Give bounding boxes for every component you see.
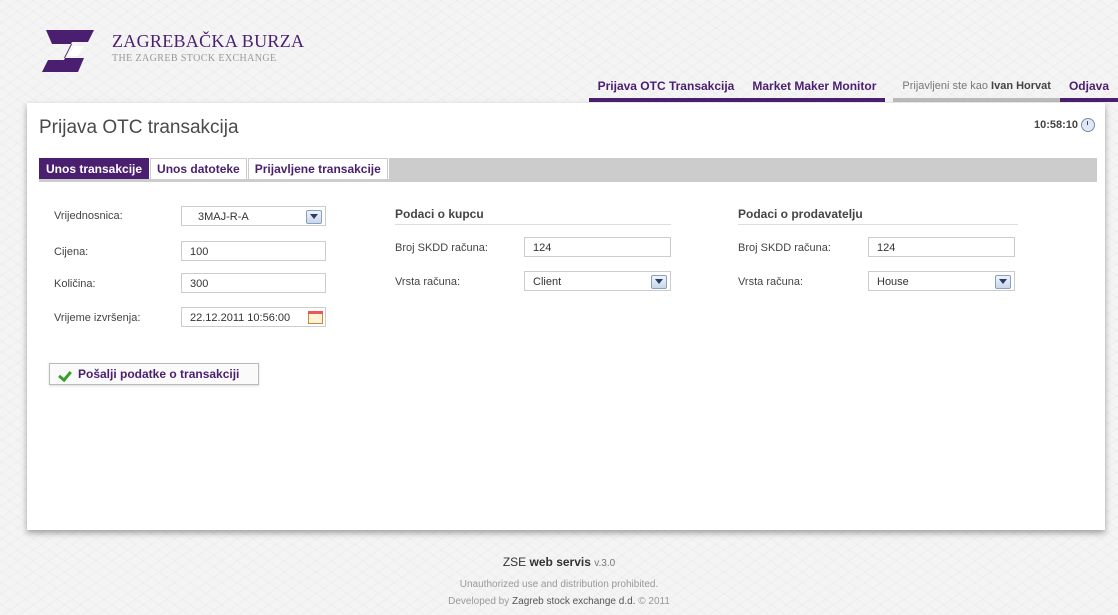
clock-time: 10:58:10 xyxy=(1033,119,1078,131)
buyer-type-label: Vrsta računa: xyxy=(395,276,461,288)
seller-type-label: Vrsta računa: xyxy=(738,276,804,288)
price-input[interactable]: 100 xyxy=(181,241,326,261)
price-label: Cijena: xyxy=(54,246,89,258)
footer-copyright: © 2011 xyxy=(638,596,670,607)
seller-type-select[interactable]: House xyxy=(868,271,1015,291)
logged-in-user: Prijavljeni ste kao Ivan Horvat xyxy=(893,74,1060,102)
brand-subtitle: THE ZAGREB STOCK EXCHANGE xyxy=(112,52,277,64)
tab-bar-fill xyxy=(388,158,1097,179)
user-prefix: Prijavljeni ste kao xyxy=(902,80,988,92)
time-value: 22.12.2011 10:56:00 xyxy=(190,312,291,324)
seller-divider xyxy=(738,224,1018,225)
tab-bar: Unos transakcije Unos datoteke Prijavlje… xyxy=(39,158,1097,182)
footer-developer: Developed by Zagreb stock exchange d.d. … xyxy=(0,596,1118,607)
footer-developer-company[interactable]: Zagreb stock exchange d.d. xyxy=(512,596,635,607)
footer-version: v.3.0 xyxy=(594,558,616,569)
nav-market-maker-monitor[interactable]: Market Maker Monitor xyxy=(743,74,886,102)
tab-prijavljene-transakcije[interactable]: Prijavljene transakcije xyxy=(247,158,388,179)
footer-developer-prefix: Developed by xyxy=(448,596,510,607)
footer-product-name: web servis xyxy=(529,555,591,569)
tab-unos-transakcije[interactable]: Unos transakcije xyxy=(39,158,150,179)
page-title: Prijava OTC transakcija xyxy=(39,117,239,138)
buyer-account-label: Broj SKDD računa: xyxy=(395,242,488,254)
server-clock: 10:58:10 xyxy=(1034,118,1095,132)
user-name: Ivan Horvat xyxy=(991,80,1051,92)
footer-product: ZSE web servis v.3.0 xyxy=(0,555,1118,569)
footer-legal: Unauthorized use and distribution prohib… xyxy=(459,579,659,590)
top-navigation: Prijava OTC Transakcija Market Maker Mon… xyxy=(588,74,1118,102)
buyer-type-select[interactable]: Client xyxy=(524,271,671,291)
seller-type-value: House xyxy=(877,276,909,288)
brand-logo: ZAGREBAČKA BURZA THE ZAGREB STOCK EXCHAN… xyxy=(38,24,304,78)
nav-otc-transactions[interactable]: Prijava OTC Transakcija xyxy=(588,74,744,102)
footer-product-prefix: ZSE xyxy=(502,555,527,569)
seller-account-input[interactable]: 124 xyxy=(868,237,1015,257)
seller-section-title: Podaci o prodavatelju xyxy=(738,207,863,221)
calendar-icon[interactable] xyxy=(308,311,323,324)
checkmark-icon xyxy=(60,368,74,380)
buyer-account-input[interactable]: 124 xyxy=(524,237,671,257)
seller-account-label: Broj SKDD računa: xyxy=(738,242,831,254)
submit-label: Pošalji podatke o transakciji xyxy=(78,367,240,381)
security-select[interactable]: 3MAJ-R-A xyxy=(181,206,326,226)
main-panel: Prijava OTC transakcija 10:58:10 Unos tr… xyxy=(27,103,1105,530)
chevron-down-icon[interactable] xyxy=(651,275,667,289)
time-label: Vrijeme izvršenja: xyxy=(54,312,141,324)
time-input[interactable]: 22.12.2011 10:56:00 xyxy=(181,307,326,327)
buyer-divider xyxy=(395,224,671,225)
quantity-input[interactable]: 300 xyxy=(181,273,326,293)
tab-unos-datoteke[interactable]: Unos datoteke xyxy=(150,158,247,179)
quantity-label: Količina: xyxy=(54,278,96,290)
brand-name: ZAGREBAČKA BURZA xyxy=(112,30,305,51)
logout-link[interactable]: Odjava xyxy=(1059,74,1118,102)
zse-logo-icon xyxy=(42,30,94,72)
security-value: 3MAJ-R-A xyxy=(198,211,249,223)
chevron-down-icon[interactable] xyxy=(306,210,322,224)
submit-transaction-button[interactable]: Pošalji podatke o transakciji xyxy=(49,363,259,385)
buyer-section-title: Podaci o kupcu xyxy=(395,207,484,221)
clock-icon xyxy=(1081,118,1095,132)
chevron-down-icon[interactable] xyxy=(995,275,1011,289)
security-label: Vrijednosnica: xyxy=(54,210,123,222)
buyer-type-value: Client xyxy=(533,276,562,288)
